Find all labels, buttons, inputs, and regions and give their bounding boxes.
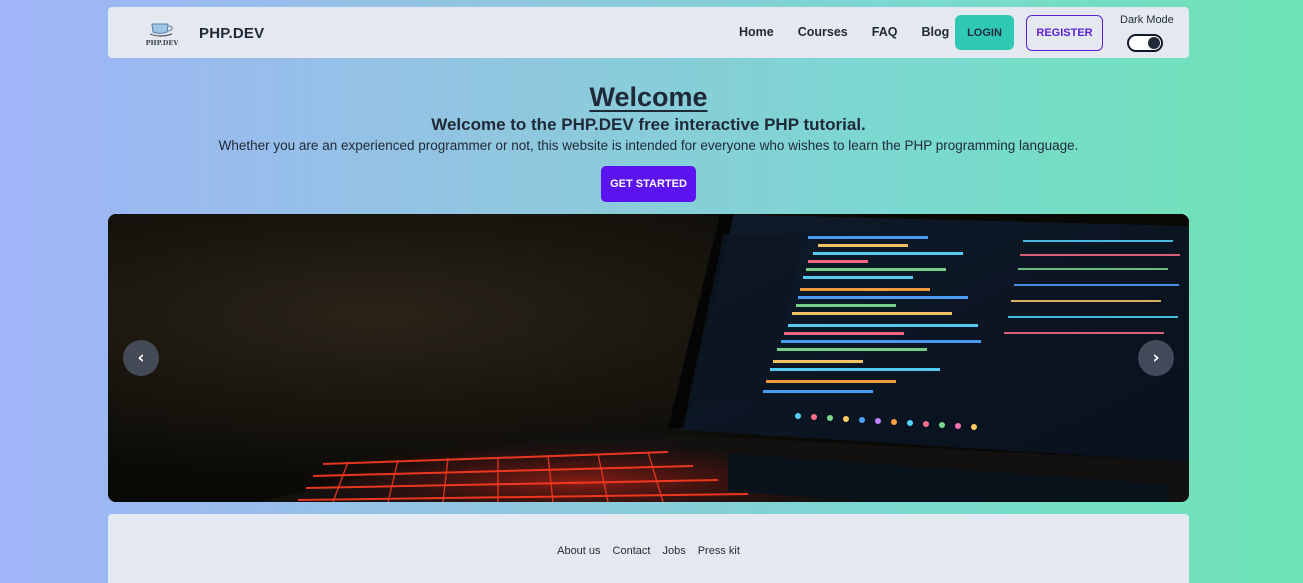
dark-mode-label: Dark Mode xyxy=(1120,14,1174,26)
logo-text: PHP.DEV xyxy=(146,39,178,47)
footer-press-kit[interactable]: Press kit xyxy=(698,545,740,557)
nav-home[interactable]: Home xyxy=(739,25,774,39)
get-started-button[interactable]: GET STARTED xyxy=(601,166,696,202)
hero-description: Whether you are an experienced programme… xyxy=(218,138,1079,153)
carousel-next-button[interactable]: › xyxy=(1138,340,1174,376)
carousel-prev-button[interactable]: ‹ xyxy=(123,340,159,376)
toggle-knob xyxy=(1148,37,1160,49)
dark-mode-toggle[interactable] xyxy=(1127,34,1163,52)
brand-name[interactable]: PHP.DEV xyxy=(199,25,264,42)
nav-courses[interactable]: Courses xyxy=(798,25,848,39)
footer-links: About us Contact Jobs Press kit xyxy=(108,545,1189,557)
footer-jobs[interactable]: Jobs xyxy=(662,545,685,557)
hero-carousel: ‹ › xyxy=(108,214,1189,502)
carousel-image xyxy=(108,214,1189,502)
nav-faq[interactable]: FAQ xyxy=(872,25,898,39)
login-button[interactable]: LOGIN xyxy=(955,15,1014,50)
main-nav: Home Courses FAQ Blog xyxy=(739,25,973,39)
hero-subtitle: Welcome to the PHP.DEV free interactive … xyxy=(431,115,866,134)
php-logo-icon[interactable]: PHP.DEV xyxy=(146,20,178,48)
nav-blog[interactable]: Blog xyxy=(921,25,949,39)
footer-about-us[interactable]: About us xyxy=(557,545,600,557)
hero-title: Welcome xyxy=(589,82,708,112)
footer-contact[interactable]: Contact xyxy=(613,545,651,557)
footer: About us Contact Jobs Press kit xyxy=(108,514,1189,583)
navbar: PHP.DEV PHP.DEV Home Courses FAQ Blog LO… xyxy=(108,7,1189,58)
register-button[interactable]: REGISTER xyxy=(1026,15,1103,51)
